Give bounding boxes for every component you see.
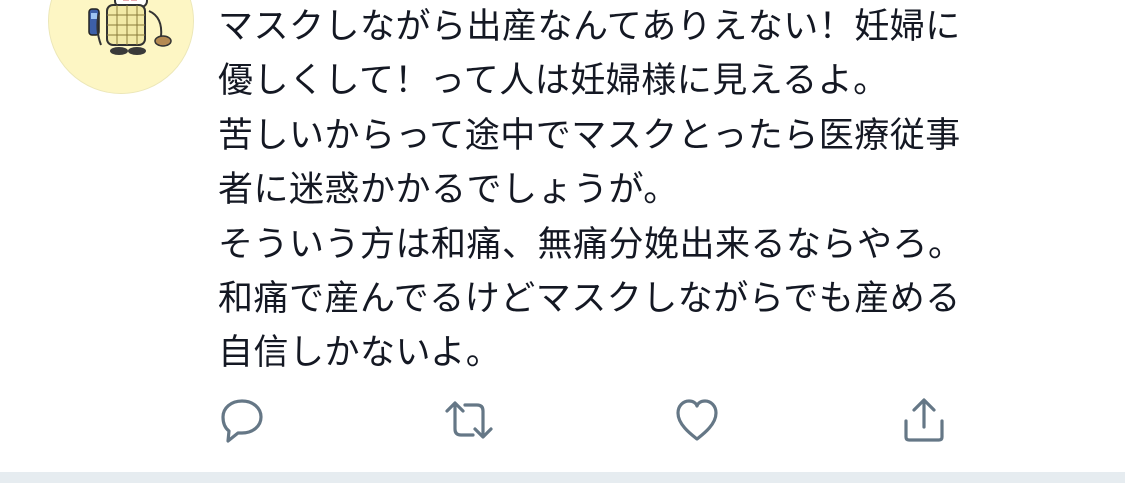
retweet-button[interactable]	[441, 392, 497, 448]
tweet-text-line: 和痛で産んでるけどマスクしながらでも産める	[218, 279, 961, 320]
tweet-text-line: 者に迷惑かかるでしょうが。	[218, 170, 679, 211]
tweet-text-line: マスクしながら出産なんてありえない！妊婦に	[218, 7, 961, 47]
tweet-text: マスクしながら出産なんてありえない！妊婦に 優しくして！って人は妊婦様に見えるよ…	[218, 0, 1098, 381]
reply-icon	[221, 399, 263, 443]
like-button[interactable]	[669, 392, 725, 448]
tweet-text-line: 自信しかないよ。	[218, 333, 502, 374]
tweet-text-line: 苦しいからって途中でマスクとったら医療従事	[218, 115, 961, 156]
avatar[interactable]	[48, 0, 194, 94]
tweet-text-line: 優しくして！って人は妊婦様に見えるよ。	[218, 61, 889, 102]
tweet: マスクしながら出産なんてありえない！妊婦に 優しくして！って人は妊婦様に見えるよ…	[0, 0, 1125, 472]
tweet-actions	[0, 392, 1125, 452]
retweet-icon	[445, 401, 493, 439]
section-divider	[0, 472, 1125, 483]
share-button[interactable]	[896, 392, 952, 448]
like-icon	[676, 399, 718, 441]
tweet-text-line: そういう方は和痛、無痛分娩出来るならやろ。	[218, 224, 964, 265]
share-icon	[904, 398, 944, 442]
reply-button[interactable]	[214, 392, 270, 448]
